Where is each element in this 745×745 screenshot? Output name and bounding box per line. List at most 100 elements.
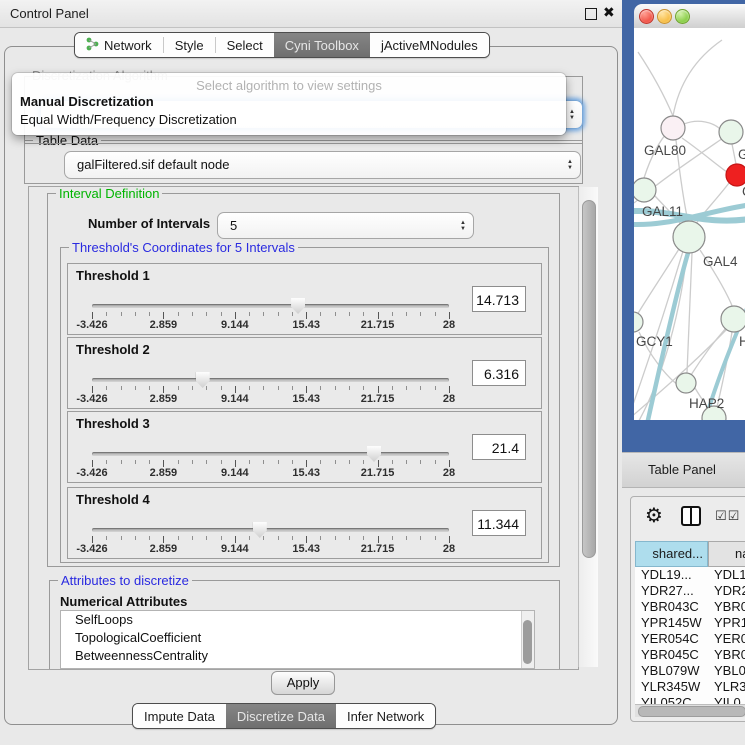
close-icon[interactable]: ✖ (603, 4, 615, 21)
table-rows: YDL19...YDL1YDR27...YDR2YBR043CYBR0YPR14… (635, 567, 745, 704)
network-node[interactable] (634, 178, 656, 202)
network-node[interactable] (719, 120, 743, 144)
network-node-label: G (738, 147, 745, 162)
popup-item-2[interactable]: Equal Width/Frequency Discretization (20, 112, 237, 127)
table-row[interactable]: YBL079WYBL0 (635, 663, 745, 679)
slider-track[interactable] (92, 528, 449, 532)
table-cell: YPR1 (708, 615, 745, 631)
table-row[interactable]: YPR145WYPR1 (635, 615, 745, 631)
table-row[interactable]: YDR27...YDR2 (635, 583, 745, 599)
attribute-list-item[interactable]: TopologicalCoefficient (61, 629, 534, 647)
slider-tick (435, 460, 436, 464)
slider-tick (392, 312, 393, 316)
tab-style[interactable]: Style (164, 33, 215, 57)
network-window-titlebar (634, 4, 745, 29)
network-node-label: GAL80 (644, 143, 686, 158)
slider-tick (420, 386, 421, 390)
slider-tick (192, 386, 193, 390)
slider-thumb[interactable] (367, 446, 381, 462)
slider-track[interactable] (92, 378, 449, 382)
table-column-header-1[interactable]: shared... (635, 541, 708, 567)
slider-thumb[interactable] (253, 522, 267, 538)
float-icon[interactable] (585, 8, 597, 20)
popup-item-1[interactable]: Manual Discretization (20, 94, 154, 109)
slider-tick (449, 312, 450, 319)
attribute-list-item[interactable]: SelfLoops (61, 611, 534, 629)
slider-tick (378, 386, 379, 393)
table-column-header-2[interactable]: na (708, 541, 745, 567)
table-row[interactable]: YBR045CYBR0 (635, 647, 745, 663)
table-row[interactable]: YLR345WYLR3 (635, 679, 745, 695)
tab-network[interactable]: Network (75, 33, 163, 57)
gear-icon[interactable]: ⚙ (645, 503, 663, 528)
threshold-value-field[interactable]: 11.344 (472, 510, 526, 536)
network-node[interactable] (673, 221, 705, 253)
slider-tick (378, 536, 379, 543)
tab-label: Select (227, 38, 263, 53)
tab-impute-data[interactable]: Impute Data (133, 704, 226, 728)
threshold-value-field[interactable]: 6.316 (472, 360, 526, 386)
slider-tick (320, 536, 321, 540)
attributes-list[interactable]: SelfLoopsTopologicalCoefficientBetweenne… (60, 610, 535, 669)
slider-tick-label: 2.859 (137, 467, 189, 479)
tab-jactivemnodules[interactable]: jActiveMNodules (370, 33, 489, 57)
list-scrollbar[interactable] (521, 611, 534, 668)
table-row[interactable]: YER054CYER0 (635, 631, 745, 647)
threshold-value-field[interactable]: 21.4 (472, 434, 526, 460)
network-node-label: HAP2 (689, 396, 724, 411)
top-tab-bar: NetworkStyle Select Cyni Toolbox jActiveMNo… (74, 32, 490, 58)
threshold-label: Threshold 2 (76, 342, 150, 357)
slider-track[interactable] (92, 452, 449, 456)
slider-tick (178, 460, 179, 464)
network-node[interactable] (726, 164, 745, 186)
select-columns-icon[interactable]: ☑☑ (715, 508, 740, 524)
tab-cyni-toolbox[interactable]: Cyni Toolbox (274, 33, 370, 57)
zoom-traffic-light[interactable] (675, 9, 690, 24)
network-edge (732, 144, 736, 164)
attribute-list-item[interactable]: BetweennessCentrality (61, 647, 534, 665)
network-canvas[interactable]: GAL80GCGAL11GAL4GCY1HHAP2 (634, 28, 745, 420)
panel-scrollbar-thumb[interactable] (582, 200, 596, 558)
tab-discretize-data[interactable]: Discretize Data (226, 704, 336, 728)
slider-tick (163, 312, 164, 319)
table-data-combobox[interactable]: galFiltered.sif default node ▲▼ (64, 151, 581, 179)
table-row[interactable]: YDL19...YDL1 (635, 567, 745, 583)
table-row[interactable]: YBR043CYBR0 (635, 599, 745, 615)
network-node[interactable] (661, 116, 685, 140)
network-node-label: GAL4 (703, 254, 738, 269)
table-h-scrollbar[interactable] (635, 704, 745, 717)
slider-tick (335, 460, 336, 464)
slider-tick (163, 536, 164, 543)
table-row[interactable]: YIL052CYIL0 (635, 695, 745, 704)
panel-scrollbar[interactable] (578, 187, 598, 667)
column-layout-icon[interactable] (681, 506, 701, 531)
tab-select[interactable]: Select (216, 33, 274, 57)
slider-tick (278, 312, 279, 316)
threshold-value-field[interactable]: 14.713 (472, 286, 526, 312)
table-h-scrollbar-thumb[interactable] (638, 706, 745, 717)
slider-tick (306, 386, 307, 393)
minimize-traffic-light[interactable] (657, 9, 672, 24)
apply-button[interactable]: Apply (271, 671, 335, 695)
slider-tick (135, 536, 136, 540)
table-cell: YBR0 (708, 647, 745, 663)
tab-label: Cyni Toolbox (285, 38, 359, 53)
list-scrollbar-thumb[interactable] (523, 620, 532, 664)
network-node[interactable] (721, 306, 745, 332)
slider-tick-label: 21.715 (352, 543, 404, 555)
slider-tick-label: -3.426 (66, 467, 118, 479)
slider-tick (435, 312, 436, 316)
num-intervals-spinner[interactable]: 5 ▲▼ (217, 212, 474, 239)
slider-thumb[interactable] (291, 298, 305, 314)
slider-tick (363, 536, 364, 540)
close-traffic-light[interactable] (639, 9, 654, 24)
slider-track[interactable] (92, 304, 449, 308)
slider-tick (163, 386, 164, 393)
tab-infer-network[interactable]: Infer Network (336, 704, 435, 728)
slider-thumb[interactable] (196, 372, 210, 388)
combo-arrows-icon: ▲▼ (569, 101, 575, 128)
slider-tick (335, 536, 336, 540)
slider-tick (406, 386, 407, 390)
network-node[interactable] (676, 373, 696, 393)
network-node[interactable] (634, 312, 643, 332)
